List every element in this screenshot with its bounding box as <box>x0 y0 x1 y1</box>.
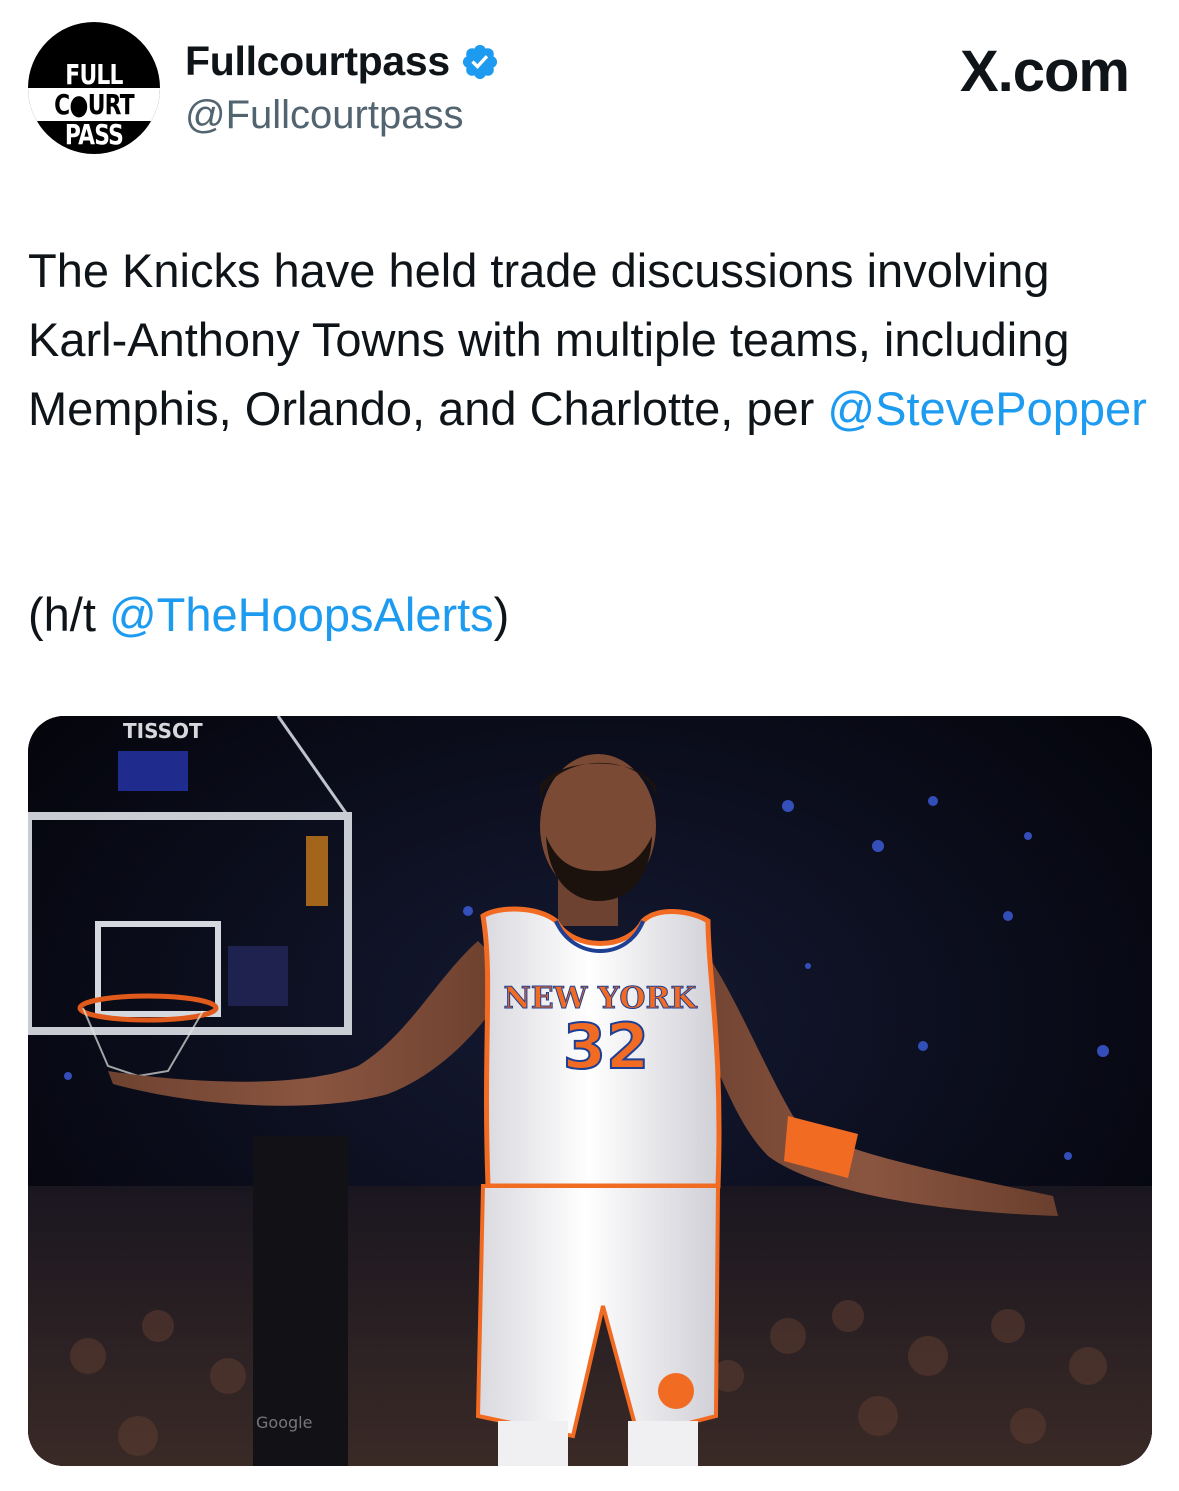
player-photo: TISSOT Google NEW YORK 32 <box>28 716 1152 1466</box>
tweet-body: The Knicks have held trade discussions i… <box>28 236 1158 443</box>
avatar-text-line-1: FULL <box>65 58 123 91</box>
hat-tip-prefix: (h/t <box>28 588 109 641</box>
verified-badge-icon <box>462 44 498 79</box>
author-display-name[interactable]: Fullcourtpass <box>185 38 450 85</box>
avatar-text-line-3: PASS <box>64 118 124 151</box>
arena-sign-tissot: TISSOT <box>123 719 203 743</box>
author-name-row[interactable]: Fullcourtpass <box>185 38 500 85</box>
court-sign-google: Google <box>256 1413 312 1432</box>
x-brand-logo: X.com <box>959 39 1130 104</box>
tweet-hat-tip: (h/t @TheHoopsAlerts) <box>28 580 509 649</box>
author-handle[interactable]: @Fullcourtpass <box>185 93 463 138</box>
mention-link-thehoopsalerts[interactable]: @TheHoopsAlerts <box>109 588 494 641</box>
tweet-media-photo[interactable]: TISSOT Google NEW YORK 32 <box>28 716 1152 1466</box>
hat-tip-suffix: ) <box>493 588 510 641</box>
mention-link-stevepopper[interactable]: @StevePopper <box>827 382 1146 435</box>
knicks-logo <box>658 1373 694 1409</box>
author-avatar[interactable]: FULL C●URT PASS <box>28 22 160 154</box>
jersey-number: 32 <box>563 1010 649 1083</box>
avatar-text-line-2: C●URT <box>54 88 134 121</box>
